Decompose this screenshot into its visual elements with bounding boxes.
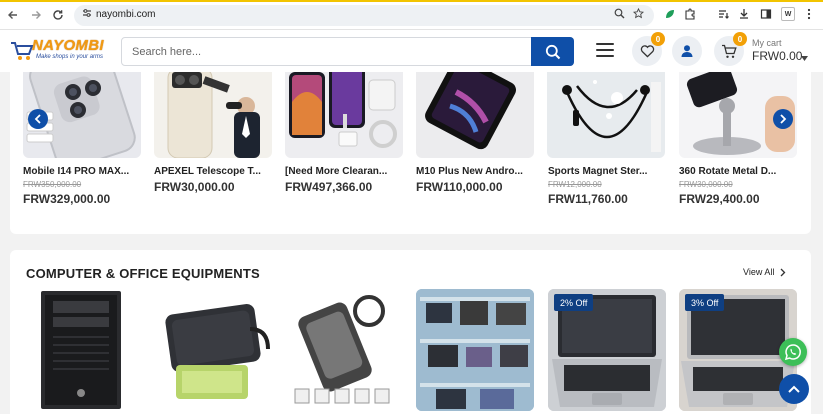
site-settings-icon[interactable]: [82, 8, 92, 21]
whatsapp-chat-button[interactable]: [779, 338, 807, 366]
url-text: nayombi.com: [96, 9, 156, 20]
product-price: FRW329,000.00: [23, 192, 111, 206]
product-price: FRW497,366.00: [285, 180, 373, 194]
cart-count-badge: 0: [733, 32, 747, 46]
product-image[interactable]: [154, 72, 272, 158]
product-price: FRW30,000.00: [154, 180, 235, 194]
back-arrow-icon[interactable]: [4, 6, 22, 24]
cart-label: My cart: [752, 38, 782, 48]
reading-list-icon[interactable]: [718, 8, 730, 20]
category-section: COMPUTER & OFFICE EQUIPMENTS View All 2%…: [10, 250, 811, 414]
whatsapp-icon: [784, 344, 801, 361]
product-image[interactable]: [416, 289, 534, 411]
product-old-price: FRW350,000.00: [23, 180, 82, 189]
site-logo[interactable]: NAYOMBI Make shops in your arms: [10, 36, 110, 66]
bookmark-star-icon[interactable]: [632, 7, 645, 22]
logo-cart-icon: [11, 42, 34, 60]
section-title: COMPUTER & OFFICE EQUIPMENTS: [26, 266, 260, 281]
arrow-up-icon: [788, 385, 800, 393]
product-old-price: FRW12,000.00: [548, 180, 602, 189]
browser-menu-icon[interactable]: [803, 8, 815, 20]
cart-summary[interactable]: My cart FRW0.00: [752, 38, 802, 63]
profile-badge[interactable]: W: [781, 7, 795, 21]
scroll-to-top-button[interactable]: [779, 374, 809, 404]
account-button[interactable]: [672, 36, 702, 66]
carousel-prev-button[interactable]: [28, 109, 48, 129]
browser-toolbar: nayombi.com W: [0, 0, 823, 30]
chevron-down-icon[interactable]: [801, 54, 808, 63]
product-image[interactable]: [285, 289, 403, 411]
reload-icon[interactable]: [49, 6, 67, 24]
product-name[interactable]: APEXEL Telescope T...: [154, 166, 261, 177]
product-image[interactable]: [547, 72, 665, 158]
view-all-label: View All: [743, 267, 775, 277]
zoom-icon[interactable]: [614, 8, 625, 22]
menu-icon[interactable]: [596, 43, 614, 59]
product-name[interactable]: [Need More Clearan...: [285, 166, 387, 177]
logo-tagline: Make shops in your arms: [36, 54, 104, 60]
search-icon: [545, 44, 560, 59]
product-old-price: FRW30,000.00: [679, 180, 733, 189]
sidebar-icon[interactable]: [760, 8, 772, 20]
heart-icon: [640, 45, 654, 58]
address-bar[interactable]: nayombi.com: [74, 5, 654, 26]
product-name[interactable]: M10 Plus New Andro...: [416, 166, 523, 177]
discount-badge: 2% Off: [554, 294, 594, 311]
cart-total: FRW0.00: [752, 49, 803, 63]
chevron-right-icon: [780, 114, 787, 124]
product-price: FRW11,760.00: [548, 192, 628, 206]
extension-icon[interactable]: [684, 8, 696, 20]
forward-arrow-icon[interactable]: [27, 6, 45, 24]
chevron-right-icon: [780, 268, 786, 276]
view-all-link[interactable]: View All: [743, 267, 786, 277]
product-image[interactable]: [416, 72, 534, 158]
product-image[interactable]: [23, 289, 141, 411]
cart-icon: [722, 44, 737, 58]
site-header: NAYOMBI Make shops in your arms 0 0 My c…: [0, 30, 823, 72]
product-name[interactable]: Mobile I14 PRO MAX...: [23, 166, 129, 177]
browser-top-accent: [0, 0, 823, 2]
product-carousel: Mobile I14 PRO MAX... FRW350,000.00 FRW3…: [10, 72, 811, 234]
user-icon: [681, 45, 693, 57]
extension-green-icon[interactable]: [664, 8, 676, 20]
chevron-left-icon: [34, 114, 41, 124]
search-input[interactable]: [123, 39, 531, 64]
product-name[interactable]: Sports Magnet Ster...: [548, 166, 647, 177]
search-button[interactable]: [531, 37, 574, 66]
wishlist-count-badge: 0: [651, 32, 665, 46]
product-image[interactable]: [154, 289, 272, 411]
carousel-next-button[interactable]: [773, 109, 793, 129]
download-icon[interactable]: [738, 8, 750, 20]
product-price: FRW29,400.00: [679, 192, 760, 206]
search-bar: [121, 37, 574, 66]
product-image[interactable]: [285, 72, 403, 158]
discount-badge: 3% Off: [685, 294, 725, 311]
logo-name: NAYOMBI: [32, 37, 104, 54]
product-price: FRW110,000.00: [416, 180, 503, 194]
product-name[interactable]: 360 Rotate Metal D...: [679, 166, 776, 177]
